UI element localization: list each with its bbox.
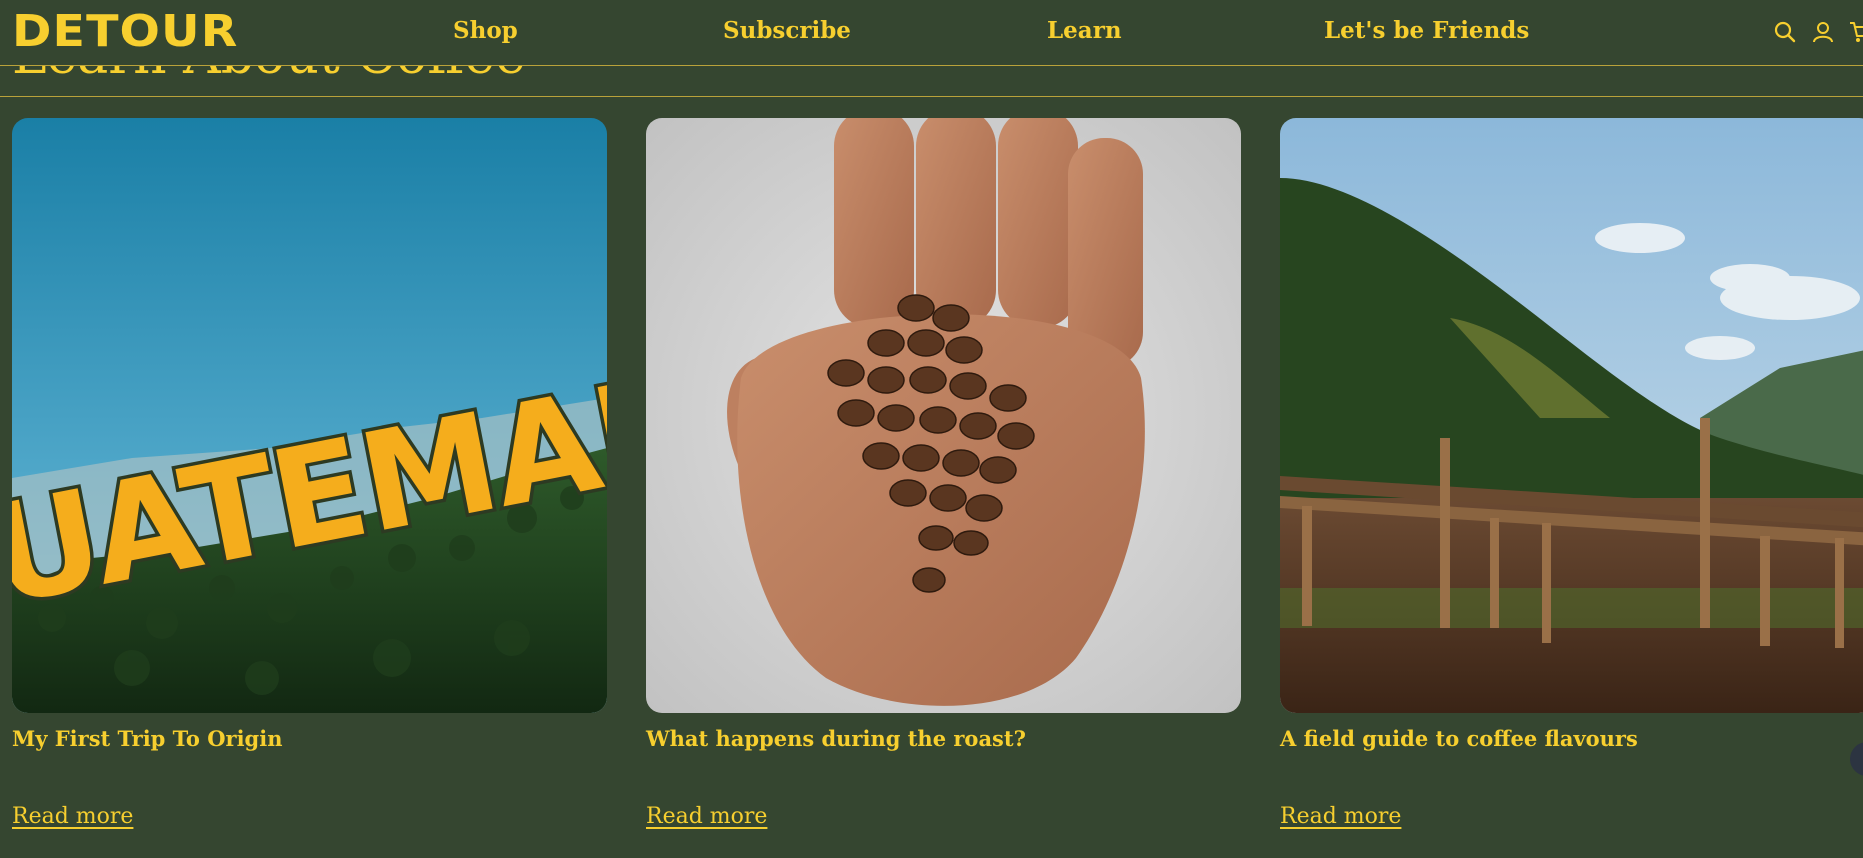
nav-learn[interactable]: Learn [1047, 16, 1122, 46]
read-more-link[interactable]: Read more [1280, 802, 1401, 832]
nav-shop[interactable]: Shop [453, 16, 518, 46]
card-image-flavour-guide[interactable] [1280, 118, 1863, 713]
nav-lets-be-friends[interactable]: Let's be Friends [1324, 16, 1529, 46]
search-icon[interactable] [1773, 20, 1797, 44]
carousel-next-button[interactable] [1850, 742, 1863, 776]
card-image-trip-to-origin[interactable]: UATEMAL [12, 118, 607, 713]
card-title-flavour-guide[interactable]: A field guide to coffee flavours [1280, 724, 1638, 754]
card-title-roast[interactable]: What happens during the roast? [646, 724, 1026, 754]
logo[interactable]: DETOUR [12, 6, 238, 58]
read-more-link[interactable]: Read more [12, 802, 133, 832]
section-divider [0, 96, 1863, 97]
card-image-roast[interactable] [646, 118, 1241, 713]
account-icon[interactable] [1811, 20, 1835, 44]
cart-icon[interactable] [1849, 20, 1863, 44]
nav-subscribe[interactable]: Subscribe [723, 16, 851, 46]
site-header: DETOUR Shop Subscribe Learn Let's be Fri… [0, 0, 1863, 66]
read-more-link[interactable]: Read more [646, 802, 767, 832]
card-title-trip-to-origin[interactable]: My First Trip To Origin [12, 724, 282, 754]
